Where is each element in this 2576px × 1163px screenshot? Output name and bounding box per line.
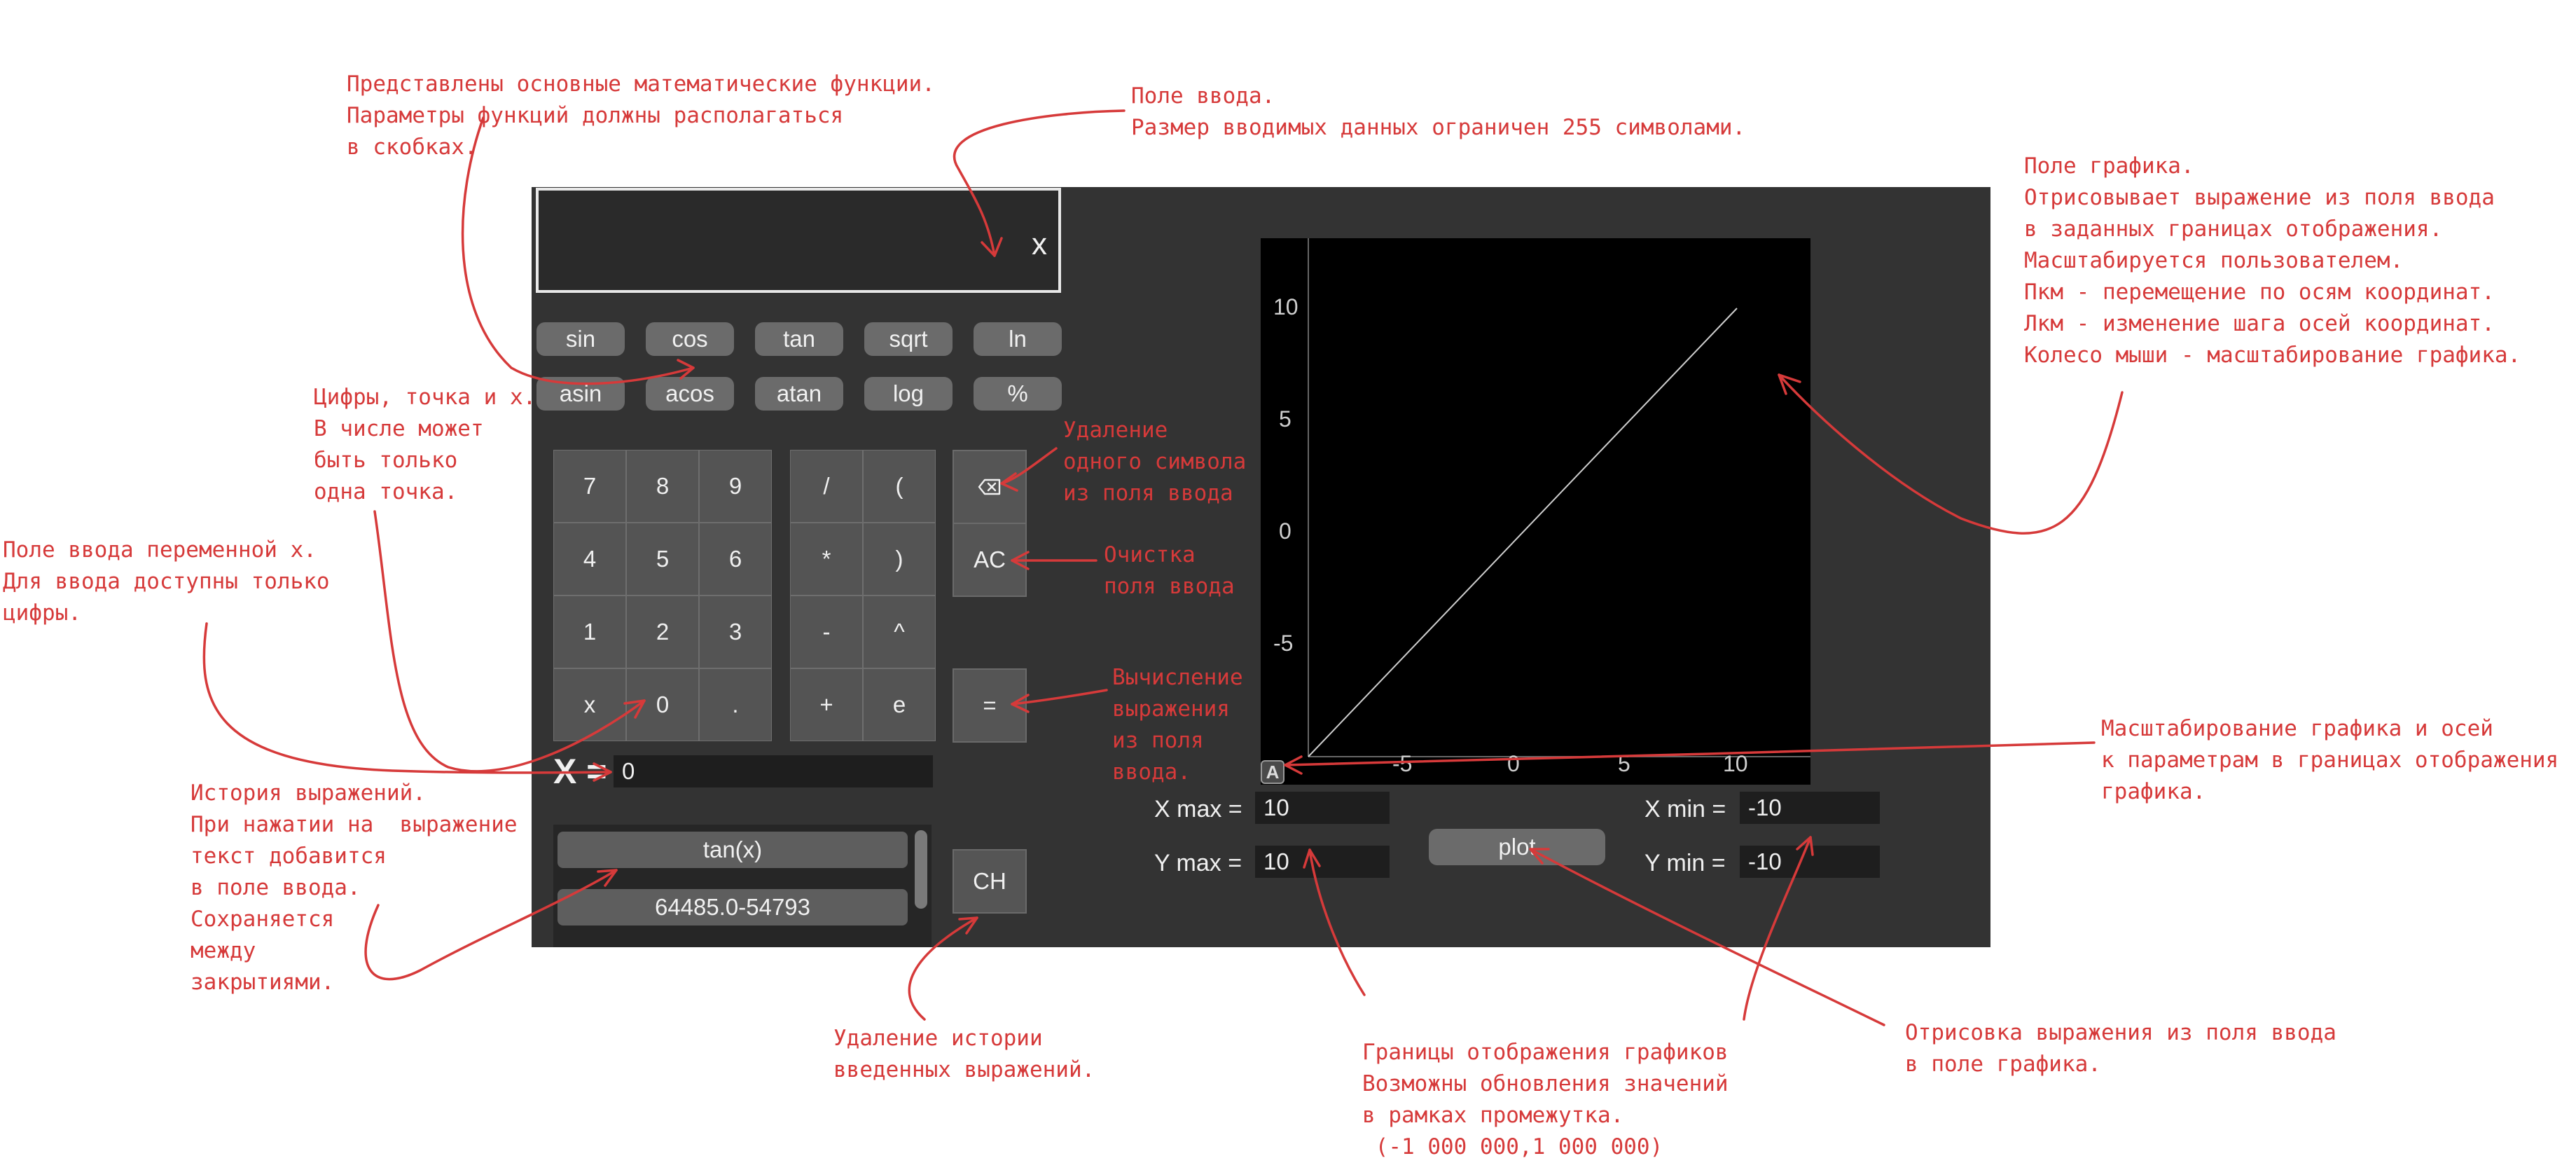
input-field-annotation: Поле ввода. Размер вводимых данных огран… [1131, 83, 1746, 140]
digit-7-button[interactable]: 7 [553, 450, 626, 523]
history-scrollbar[interactable] [915, 830, 927, 909]
xmin-input[interactable]: -10 [1740, 792, 1880, 824]
history-item[interactable]: 64485.0-54793 [558, 889, 908, 925]
ln-button[interactable]: ln [974, 322, 1062, 356]
ymin-label: Y min = [1644, 850, 1726, 876]
tan-button[interactable]: tan [755, 322, 843, 356]
history-annotation: История выражений. При нажатии на выраже… [191, 780, 518, 995]
graph-canvas [1308, 238, 1810, 757]
cos-button[interactable]: cos [646, 322, 734, 356]
digit-2-button[interactable]: 2 [626, 596, 699, 668]
plot-button[interactable]: plot [1429, 829, 1605, 865]
digit-3-button[interactable]: 3 [699, 596, 772, 668]
y-tick-label: -5 [1273, 631, 1294, 656]
xmax-label: X max = [1154, 796, 1242, 823]
x-tick-label: 5 [1618, 751, 1630, 776]
x-variable-input[interactable]: 0 [614, 755, 933, 787]
expression-input[interactable]: x [536, 188, 1061, 293]
ymax-input[interactable]: 10 [1255, 846, 1390, 878]
clear-all-button[interactable]: AC [953, 523, 1027, 597]
dot-button[interactable]: . [699, 668, 772, 741]
digit-9-button[interactable]: 9 [699, 450, 772, 523]
x-variable-annotation: Поле ввода переменной x. Для ввода досту… [3, 537, 330, 626]
backspace-icon [978, 479, 1001, 495]
sqrt-button[interactable]: sqrt [864, 322, 953, 356]
bounds-annotation: Границы отображения графиков Возможны об… [1362, 1040, 1729, 1159]
plus-button[interactable]: + [790, 668, 863, 741]
log-button[interactable]: log [864, 377, 953, 411]
multiply-button[interactable]: * [790, 523, 863, 596]
ymax-label: Y max = [1154, 850, 1242, 876]
functions-annotation: Представлены основные математические фун… [347, 71, 935, 160]
percent-button[interactable]: % [974, 377, 1062, 411]
scale-annotation: Масштабирование графика и осей к парамет… [2101, 716, 2559, 804]
ymin-input[interactable]: -10 [1740, 846, 1880, 878]
open-paren-button[interactable]: ( [863, 450, 936, 523]
clear-history-annotation: Удаление истории введенных выражений. [833, 1026, 1095, 1082]
digit-6-button[interactable]: 6 [699, 523, 772, 596]
clear-history-button[interactable]: CH [953, 849, 1027, 914]
minus-button[interactable]: - [790, 596, 863, 668]
digit-1-button[interactable]: 1 [553, 596, 626, 668]
power-button[interactable]: ^ [863, 596, 936, 668]
equals-button[interactable]: = [953, 668, 1027, 743]
divide-button[interactable]: / [790, 450, 863, 523]
digit-8-button[interactable]: 8 [626, 450, 699, 523]
xmax-input[interactable]: 10 [1255, 792, 1390, 824]
backspace-annotation: Удаление одного символа из поля ввода [1063, 418, 1247, 506]
digits-annotation: Цифры, точка и x. В числе может быть тол… [314, 385, 536, 504]
y-tick-label: 10 [1273, 294, 1299, 319]
x-variable-label: X = [553, 752, 607, 791]
digit-5-button[interactable]: 5 [626, 523, 699, 596]
close-paren-button[interactable]: ) [863, 523, 936, 596]
graph-annotation: Поле графика. Отрисовывает выражение из … [2024, 153, 2521, 368]
xmin-label: X min = [1644, 796, 1726, 823]
x-tick-label: -5 [1392, 751, 1413, 776]
x-tick-label: 0 [1507, 751, 1520, 776]
digit-0-button[interactable]: 0 [626, 668, 699, 741]
euler-button[interactable]: e [863, 668, 936, 741]
history-item[interactable]: tan(x) [558, 832, 908, 868]
plot-annotation: Отрисовка выражения из поля ввода в поле… [1905, 1020, 2336, 1077]
x-tick-label: 10 [1723, 751, 1748, 776]
backspace-button[interactable] [953, 450, 1027, 524]
atan-button[interactable]: atan [755, 377, 843, 411]
y-tick-label: 5 [1279, 406, 1292, 432]
calculate-annotation: Вычисление выражения из поля ввода. [1112, 665, 1243, 785]
acos-button[interactable]: acos [646, 377, 734, 411]
digit-4-button[interactable]: 4 [553, 523, 626, 596]
asin-button[interactable]: asin [536, 377, 625, 411]
clear-annotation: Очистка поля ввода [1104, 542, 1235, 599]
variable-x-button[interactable]: x [553, 668, 626, 741]
y-tick-label: 0 [1279, 518, 1292, 544]
sin-button[interactable]: sin [536, 322, 625, 356]
expression-text: x [1032, 227, 1047, 261]
auto-scale-button[interactable]: A [1261, 760, 1284, 784]
